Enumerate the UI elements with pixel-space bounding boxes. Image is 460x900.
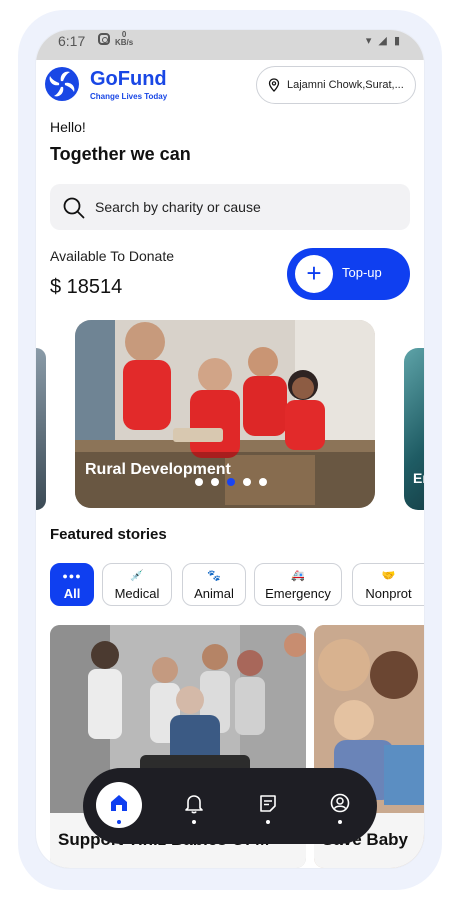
category-chip-medical[interactable]: 💉 Medical: [102, 563, 172, 606]
category-label: Nonprot: [365, 586, 412, 601]
battery-icon: ▮: [393, 35, 402, 47]
syringe-icon: 💉: [130, 570, 144, 582]
phone-screen: 6:17 0 KB/s ▾ ◢ ▮ GoFund Change Lives To…: [36, 30, 424, 868]
home-icon: [111, 795, 127, 811]
carousel-dot-active[interactable]: [227, 478, 235, 486]
nav-notes[interactable]: [245, 782, 291, 828]
profile-icon: [330, 793, 350, 813]
nav-dot: [266, 820, 270, 824]
category-chip-emergency[interactable]: 🚑 Emergency: [254, 563, 342, 606]
category-label: All: [63, 586, 81, 601]
nav-dot: [192, 820, 196, 824]
nav-active-dot: [117, 820, 121, 824]
featured-title: Featured stories: [50, 526, 167, 543]
topup-button[interactable]: + Top-up: [287, 248, 410, 300]
search-bar[interactable]: Search by charity or cause: [50, 184, 410, 230]
paw-icon: 🐾: [207, 570, 221, 582]
location-selector[interactable]: Lajamni Chowk,Surat,...: [256, 66, 416, 104]
signal-icon: ◢: [378, 35, 389, 47]
handshake-icon: 🤝: [381, 570, 396, 582]
bottom-navigation: [83, 768, 377, 844]
carousel-card-active[interactable]: Rural Development: [75, 320, 375, 508]
data-rate-indicator: 0 KB/s: [115, 31, 133, 47]
nav-dot: [338, 820, 342, 824]
greeting-subtitle: Together we can: [50, 144, 191, 164]
carousel-dot[interactable]: [211, 478, 219, 486]
all-dots-icon: ●●●: [62, 571, 82, 581]
carousel-dot[interactable]: [243, 478, 251, 486]
status-icons: ▾ ◢ ▮: [366, 34, 402, 47]
wifi-icon: ▾: [365, 35, 374, 47]
note-icon: [260, 795, 276, 812]
search-icon: [63, 197, 85, 219]
category-chip-animal[interactable]: 🐾 Animal: [182, 563, 246, 606]
category-chip-nonprofit[interactable]: 🤝 Nonprot: [352, 563, 424, 606]
nav-notifications[interactable]: [171, 782, 217, 828]
search-placeholder: Search by charity or cause: [95, 199, 261, 215]
gofund-logo-icon: [45, 67, 79, 101]
nav-home[interactable]: [96, 782, 142, 828]
topup-label: Top-up: [342, 265, 382, 280]
ambulance-icon: 🚑: [291, 570, 305, 582]
carousel-card-previous[interactable]: [36, 348, 46, 510]
instagram-icon: [98, 33, 110, 45]
category-chip-all[interactable]: ●●● All: [50, 563, 94, 606]
category-label: Emergency: [265, 586, 331, 601]
nav-profile[interactable]: [317, 782, 363, 828]
balance-amount: $ 18514: [50, 276, 123, 298]
category-label: Animal: [194, 586, 234, 601]
data-rate-unit: KB/s: [115, 38, 134, 47]
brand-tagline: Change Lives Today: [90, 92, 168, 101]
location-pin-icon: [268, 78, 280, 92]
greeting-hello: Hello!: [50, 119, 86, 135]
category-label: Medical: [114, 586, 160, 601]
brand-name: GoFund: [90, 68, 167, 90]
carousel-dot[interactable]: [195, 478, 203, 486]
status-time: 6:17: [58, 33, 86, 49]
carousel-indicator: [195, 477, 267, 487]
balance-label: Available To Donate: [50, 248, 175, 264]
status-bar: 6:17 0 KB/s ▾ ◢ ▮: [36, 30, 424, 60]
carousel-next-title: Er: [413, 470, 424, 486]
plus-icon: +: [295, 255, 333, 293]
location-label: Lajamni Chowk,Surat,...: [287, 79, 404, 91]
carousel-card-next[interactable]: Er: [404, 348, 424, 510]
carousel-dot[interactable]: [259, 478, 267, 486]
bell-icon: [185, 795, 203, 814]
